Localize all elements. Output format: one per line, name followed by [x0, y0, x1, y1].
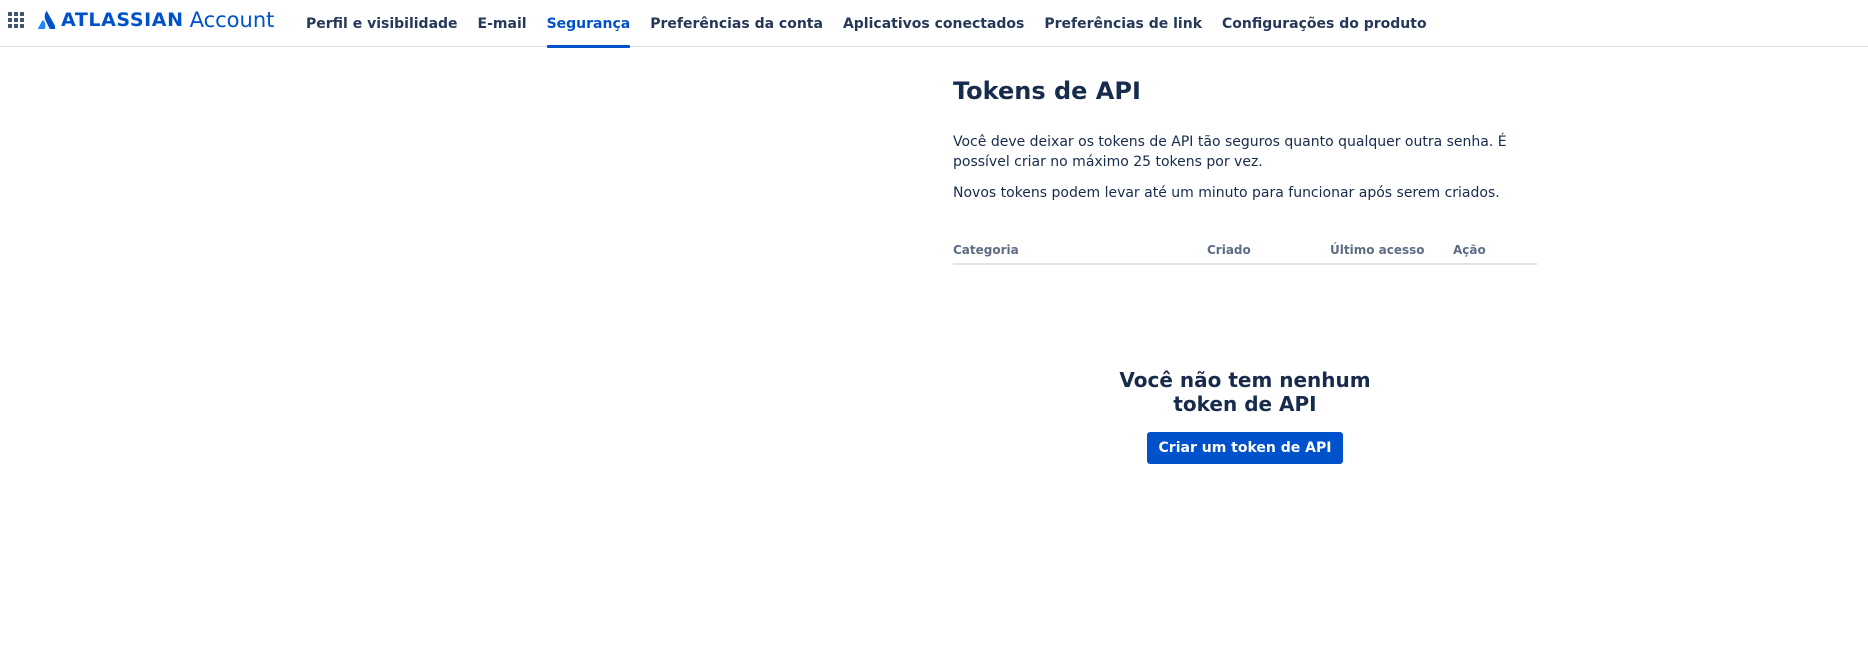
create-api-token-button[interactable]: Criar um token de API [1146, 432, 1344, 464]
description-security: Você deve deixar os tokens de API tão se… [953, 134, 1507, 170]
tab-account-preferences[interactable]: Preferências da conta [640, 0, 833, 47]
page-title: Tokens de API [953, 77, 1141, 105]
tab-link-preferences[interactable]: Preferências de link [1034, 0, 1212, 47]
column-header-action: Ação [1453, 243, 1486, 257]
top-navigation-bar: ATLASSIAN Account Perfil e visibilidade … [0, 0, 1868, 48]
atlassian-logo-icon [38, 11, 55, 29]
empty-state: Você não tem nenhum token de API Criar u… [1085, 368, 1405, 464]
tab-product-settings[interactable]: Configurações do produto [1212, 0, 1437, 47]
tab-security[interactable]: Segurança [537, 0, 641, 48]
brand-name: ATLASSIAN [61, 9, 184, 31]
empty-state-title: Você não tem nenhum token de API [1119, 368, 1371, 416]
description-activation: Novos tokens podem levar até um minuto p… [953, 185, 1500, 201]
column-header-category[interactable]: Categoria [953, 243, 1207, 257]
app-switcher-grid-icon[interactable] [8, 12, 24, 28]
account-nav-tabs: Perfil e visibilidade E-mail Segurança P… [296, 0, 1437, 48]
tab-profile-visibility[interactable]: Perfil e visibilidade [296, 0, 468, 47]
product-name: Account [189, 8, 275, 32]
column-header-last-accessed[interactable]: Último acesso [1330, 243, 1453, 257]
column-header-created[interactable]: Criado [1207, 243, 1330, 257]
tab-connected-apps[interactable]: Aplicativos conectados [833, 0, 1034, 47]
tokens-table-header: Categoria Criado Último acesso Ação [953, 237, 1537, 265]
api-tokens-section: Tokens de API Você deve deixar os tokens… [953, 74, 1537, 265]
tab-email[interactable]: E-mail [468, 0, 537, 47]
atlassian-account-logo[interactable]: ATLASSIAN Account [38, 8, 274, 32]
